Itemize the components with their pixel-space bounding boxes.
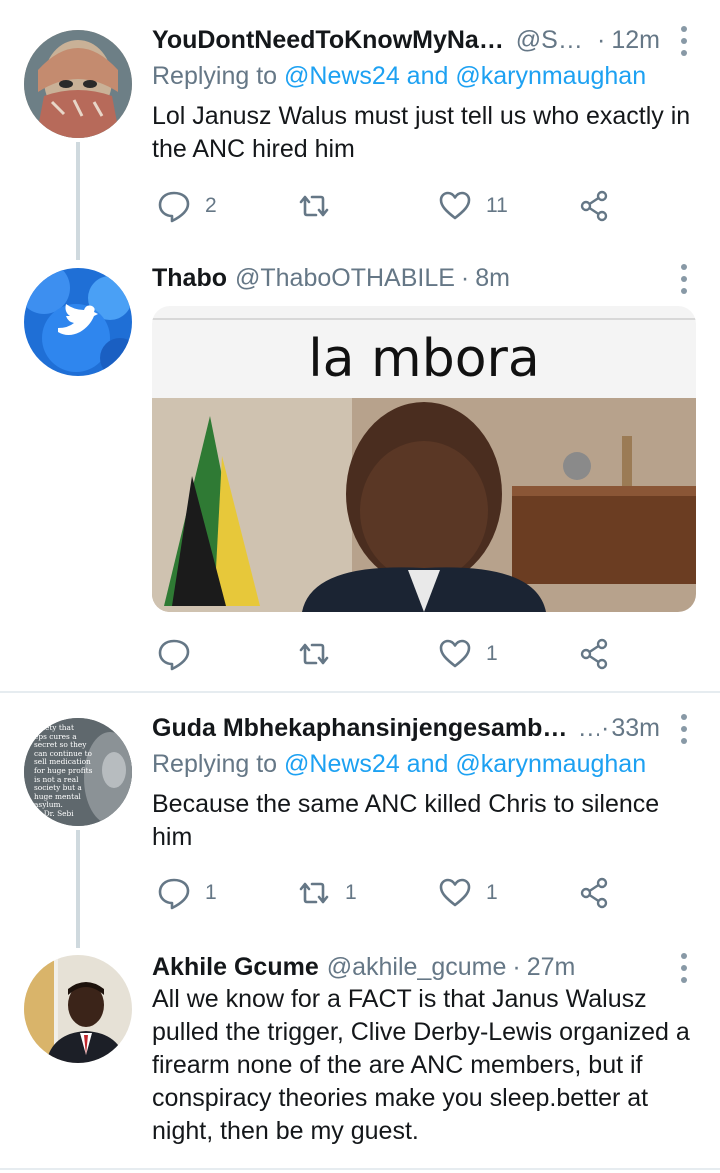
share-icon bbox=[580, 877, 608, 909]
avatar[interactable]: ociety that eps cures a secret so they c… bbox=[24, 718, 132, 826]
tweet-media-image[interactable]: la mbora bbox=[152, 306, 696, 612]
separator-dot: · bbox=[597, 25, 606, 54]
retweet-button[interactable] bbox=[297, 634, 345, 674]
like-button[interactable]: 1 bbox=[438, 873, 498, 913]
more-options-icon[interactable] bbox=[678, 953, 690, 983]
avatar-image bbox=[24, 268, 132, 376]
like-count: 11 bbox=[486, 194, 508, 217]
tweet-3[interactable]: ociety that eps cures a secret so they c… bbox=[0, 693, 720, 955]
retweet-button[interactable] bbox=[297, 186, 345, 226]
tweet-actions: 2 11 bbox=[152, 186, 622, 226]
retweet-button[interactable]: 1 bbox=[297, 873, 357, 913]
tweet-header: YouDontNeedToKnowMyName @S1... · 12m bbox=[152, 20, 660, 60]
user-handle[interactable]: @akhile_gcume bbox=[327, 953, 507, 982]
timestamp[interactable]: 27m bbox=[527, 953, 576, 982]
avatar[interactable] bbox=[24, 268, 132, 376]
tweet-4[interactable]: Akhile Gcume @akhile_gcume · 27m All we … bbox=[0, 953, 720, 1173]
avatar[interactable] bbox=[24, 30, 132, 138]
retweet-count: 1 bbox=[345, 881, 357, 904]
separator-dot: · bbox=[512, 952, 521, 981]
replying-to: Replying to @News24 and @karynmaughan bbox=[152, 750, 646, 779]
tweet-header: Thabo @ThaboOTHABILE · 8m bbox=[152, 258, 660, 298]
reply-icon bbox=[158, 639, 190, 671]
separator-dot: · bbox=[601, 713, 610, 742]
share-button[interactable] bbox=[577, 873, 611, 913]
display-name[interactable]: Guda Mbhekaphansinjengesambane bbox=[152, 714, 573, 743]
avatar-quote-text: ociety that eps cures a secret so they c… bbox=[34, 723, 93, 818]
replying-to-label: Replying to bbox=[152, 750, 285, 778]
user-handle[interactable]: @ThaboOTHABILE bbox=[235, 264, 455, 293]
replying-to-label: Replying to bbox=[152, 62, 285, 90]
reply-button[interactable]: 1 bbox=[157, 873, 217, 913]
display-name[interactable]: Akhile Gcume bbox=[152, 953, 319, 982]
reply-count: 2 bbox=[205, 194, 217, 217]
like-icon bbox=[439, 878, 471, 907]
timestamp[interactable]: 33m bbox=[611, 714, 660, 743]
display-name[interactable]: Thabo bbox=[152, 264, 227, 293]
meme-caption: la mbora bbox=[308, 329, 540, 389]
avatar-image bbox=[24, 955, 132, 1063]
user-handle[interactable]: @S1... bbox=[516, 26, 591, 55]
thread-line bbox=[76, 142, 80, 260]
retweet-icon bbox=[299, 643, 329, 665]
tweet-actions: 1 bbox=[152, 634, 622, 674]
like-button[interactable]: 1 bbox=[438, 634, 498, 674]
tweet-text: Lol Janusz Walus must just tell us who e… bbox=[152, 102, 691, 163]
share-button[interactable] bbox=[577, 186, 611, 226]
more-options-icon[interactable] bbox=[678, 264, 690, 294]
tweet-1[interactable]: YouDontNeedToKnowMyName @S1... · 12m Rep… bbox=[0, 0, 720, 260]
timestamp[interactable]: 12m bbox=[611, 26, 660, 55]
retweet-icon bbox=[299, 882, 329, 904]
separator-dot: · bbox=[460, 263, 470, 292]
reply-icon bbox=[158, 878, 190, 910]
avatar[interactable] bbox=[24, 955, 132, 1063]
tweet-text: All we know for a FACT is that Janus Wal… bbox=[152, 985, 690, 1145]
like-button[interactable]: 11 bbox=[438, 186, 508, 226]
tweet-2[interactable]: Thabo @ThaboOTHABILE · 8m la mbora 1 bbox=[0, 260, 720, 692]
reply-button[interactable] bbox=[157, 634, 205, 674]
thread-line bbox=[76, 830, 80, 948]
tweet-text: Because the same ANC killed Chris to sil… bbox=[152, 790, 660, 851]
like-icon bbox=[439, 639, 471, 668]
tweet-header: Akhile Gcume @akhile_gcume · 27m bbox=[152, 947, 660, 987]
reply-button[interactable]: 2 bbox=[157, 186, 217, 226]
reply-mentions[interactable]: @News24 and @karynmaughan bbox=[284, 62, 646, 90]
retweet-icon bbox=[299, 195, 329, 217]
reply-count: 1 bbox=[205, 881, 217, 904]
replying-to: Replying to @News24 and @karynmaughan bbox=[152, 62, 646, 91]
like-icon bbox=[439, 191, 471, 220]
more-options-icon[interactable] bbox=[678, 26, 690, 56]
user-handle[interactable]: ... bbox=[579, 714, 599, 743]
like-count: 1 bbox=[486, 642, 498, 665]
share-icon bbox=[580, 190, 608, 222]
reply-icon bbox=[158, 191, 190, 223]
tweet-header: Guda Mbhekaphansinjengesambane ... · 33m bbox=[152, 708, 660, 748]
like-count: 1 bbox=[486, 881, 498, 904]
share-icon bbox=[580, 638, 608, 670]
avatar-image bbox=[24, 30, 132, 138]
tweet-actions: 1 1 1 bbox=[152, 873, 622, 913]
share-button[interactable] bbox=[577, 634, 611, 674]
bottom-divider bbox=[0, 1168, 720, 1170]
timestamp[interactable]: 8m bbox=[475, 264, 510, 293]
reply-mentions[interactable]: @News24 and @karynmaughan bbox=[284, 750, 646, 778]
display-name[interactable]: YouDontNeedToKnowMyName bbox=[152, 26, 508, 55]
more-options-icon[interactable] bbox=[678, 714, 690, 744]
